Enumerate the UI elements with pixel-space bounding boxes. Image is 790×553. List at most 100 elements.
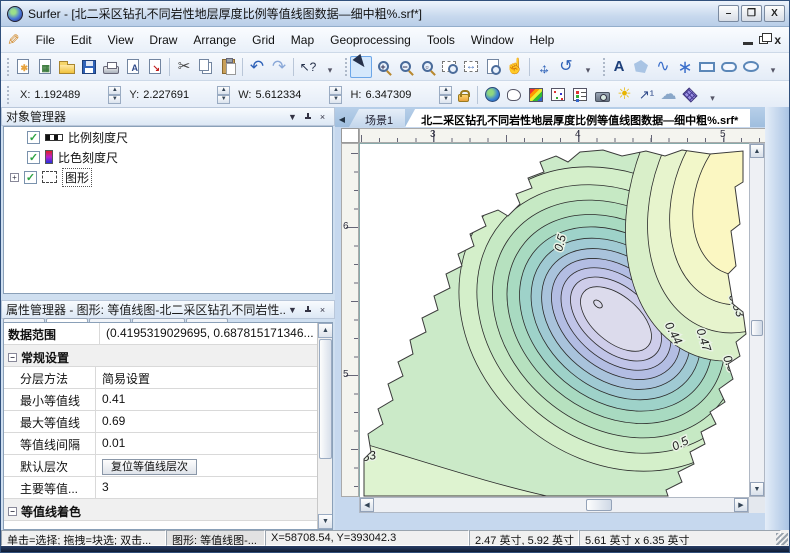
property-value[interactable]: 0.41 [96,389,332,410]
spinner[interactable]: ▲▼ [217,86,230,104]
classed-post-map-button[interactable] [569,84,591,106]
pan-button[interactable]: ☝ [504,56,526,78]
view-overflow-button[interactable]: ▾ [577,56,599,78]
spinner[interactable]: ▲▼ [439,86,452,104]
menu-help[interactable]: Help [522,29,563,51]
scroll-up-icon[interactable]: ▲ [318,323,333,338]
rotate-button[interactable]: ↺ [555,56,577,78]
menu-draw[interactable]: Draw [141,29,185,51]
redo-button[interactable]: ↷ [268,56,290,78]
toolbar-grip[interactable] [5,86,10,104]
vertical-scrollbar[interactable]: ▲ ▼ [749,143,765,497]
base-map-button[interactable] [503,84,525,106]
pin-icon[interactable] [300,303,315,317]
polygon-tool-button[interactable] [630,56,652,78]
document-tab[interactable]: 场景1 [349,109,405,127]
tab-scroll-left-icon[interactable]: ◀ [335,111,349,127]
paste-button[interactable] [217,56,239,78]
open-button[interactable] [56,56,78,78]
new-plot-button[interactable]: ✱ [12,56,34,78]
toolbar-grip[interactable] [343,58,348,76]
menu-window[interactable]: Window [463,29,522,51]
rounded-rectangle-tool-button[interactable] [718,56,740,78]
polyline-tool-button[interactable]: ∿ [652,56,674,78]
zoom-fit-button[interactable]: ↔ [460,56,482,78]
collapse-icon[interactable]: − [8,507,17,516]
property-value[interactable]: 简易设置 [96,367,332,388]
watershed-map-button[interactable]: ☁ [657,84,679,106]
zoom-in-button[interactable]: + [372,56,394,78]
shaded-relief-map-button[interactable]: ☀ [613,84,635,106]
field-value[interactable]: 5.612334 [255,89,327,101]
zoom-rectangle-button[interactable] [438,56,460,78]
print-button[interactable] [100,56,122,78]
menu-map[interactable]: Map [283,29,322,51]
zoom-selected-button[interactable]: ▫ [416,56,438,78]
copy-button[interactable] [195,56,217,78]
mdi-minimize-icon[interactable] [743,42,753,45]
close-button[interactable]: X [764,5,785,22]
horizontal-scrollbar[interactable]: ◀ ▶ [359,497,749,513]
panel-close-icon[interactable]: × [315,303,330,317]
property-value[interactable]: (0.4195319029695, 0.687815171346... [100,323,332,344]
tree-item-label[interactable]: 比例刻度尺 [68,129,128,146]
zoom-out-button[interactable]: − [394,56,416,78]
menu-grid[interactable]: Grid [244,29,283,51]
symbol-tool-button[interactable]: ∗ [674,56,696,78]
plot-canvas[interactable]: 0.50.440.470.50.530.560.553 [359,143,749,497]
new-map-button[interactable] [481,84,503,106]
scroll-down-icon[interactable]: ▼ [318,514,333,529]
move-button[interactable] [533,56,555,78]
scroll-down-icon[interactable]: ▼ [750,482,764,496]
pin-icon[interactable] [300,110,315,124]
field-value[interactable]: 1.192489 [34,89,106,101]
surface-3d-map-button[interactable] [679,84,701,106]
expand-icon[interactable]: + [10,173,19,182]
menu-arrange[interactable]: Arrange [185,29,244,51]
draw-overflow-button[interactable]: ▾ [762,56,784,78]
vector-map-button[interactable]: ↗¹ [635,84,657,106]
minimize-button[interactable]: – [718,5,739,22]
field-value[interactable]: 2.227691 [143,89,215,101]
property-value[interactable]: 0.01 [96,433,332,454]
contour-map-button[interactable] [525,84,547,106]
visibility-checkbox[interactable]: ✓ [27,131,40,144]
tree-item-color-scale[interactable]: ✓ 比色刻度尺 [4,147,332,167]
document-tab-active[interactable]: 北二采区钻孔不同岩性地层厚度比例等值线图数据—细中粗%.srf* [405,109,750,127]
mdi-restore-icon[interactable] [759,36,768,44]
zoom-page-button[interactable] [482,56,504,78]
select-button[interactable] [350,56,372,78]
reset-levels-button[interactable]: 复位等值线层次 [102,459,197,475]
menu-edit[interactable]: Edit [63,29,100,51]
export-button[interactable]: ↘ [144,56,166,78]
contour-map[interactable]: 0.50.440.470.50.530.560.553 [360,144,749,497]
menu-geoprocessing[interactable]: Geoprocessing [322,29,419,51]
menu-view[interactable]: View [100,29,142,51]
horizontal-scroll-thumb[interactable] [586,499,612,511]
visibility-checkbox[interactable]: ✓ [24,171,37,184]
post-map-button[interactable] [547,84,569,106]
property-value[interactable]: 0.69 [96,411,332,432]
scroll-thumb[interactable] [319,339,332,459]
whats-this-button[interactable]: ↖? [297,56,319,78]
property-value[interactable]: 3 [96,477,332,498]
tree-item-label[interactable]: 图形 [62,168,92,187]
lock-aspect-button[interactable] [452,84,474,106]
tree-item-label[interactable]: 比色刻度尺 [58,149,118,166]
scroll-right-icon[interactable]: ▶ [734,498,748,512]
menu-tools[interactable]: Tools [419,29,463,51]
panel-close-icon[interactable]: × [315,110,330,124]
maximize-button[interactable]: ❒ [741,5,762,22]
scroll-up-icon[interactable]: ▲ [750,144,764,158]
collapse-icon[interactable]: − [8,353,17,362]
menu-file[interactable]: File [28,29,63,51]
property-value[interactable]: 复位等值线层次 [96,455,332,476]
grid-scrollbar[interactable]: ▲▼ [317,323,332,529]
tree-item-scale-bar[interactable]: ✓ 比例刻度尺 [4,127,332,147]
rectangle-tool-button[interactable] [696,56,718,78]
visibility-checkbox[interactable]: ✓ [27,151,40,164]
mdi-close-icon[interactable]: x [774,33,781,47]
ellipse-tool-button[interactable] [740,56,762,78]
save-button[interactable] [78,56,100,78]
resize-grip[interactable] [776,533,788,545]
